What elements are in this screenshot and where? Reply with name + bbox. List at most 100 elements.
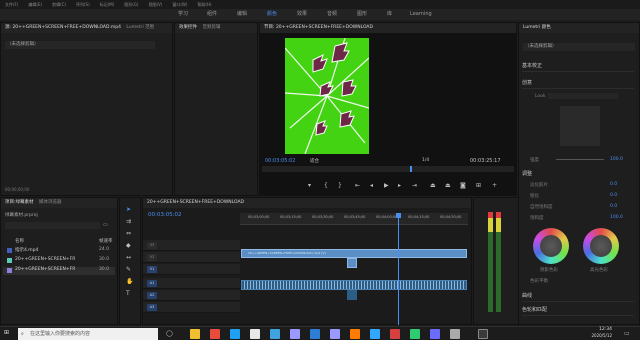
section-curves[interactable]: 曲线 (522, 290, 634, 302)
column-frame-rate[interactable]: 帧速率 (99, 238, 113, 244)
project-search-input[interactable] (5, 222, 100, 229)
app-icon[interactable] (450, 329, 460, 339)
video-clip[interactable]: 20++GREEN+SCREEN+FREE+DOWNLOAD.mp4 [V] (241, 249, 467, 258)
look-dropdown[interactable] (548, 93, 618, 99)
vibrance-value[interactable]: 0.0 (610, 204, 617, 209)
pen-tool-icon[interactable]: ✎ (126, 266, 131, 273)
lumetri-clip-selector[interactable]: （未选择剪辑） (523, 43, 635, 51)
section-color-wheels[interactable]: 色轮和匹配 (522, 304, 634, 316)
step-forward-icon[interactable]: ▸ (398, 182, 401, 189)
saturation-value[interactable]: 100.0 (610, 215, 623, 220)
slip-tool-icon[interactable]: ↔ (126, 254, 131, 261)
menu-help[interactable]: 帮助(H) (197, 2, 211, 7)
export-frame-icon[interactable]: ◙ (460, 182, 466, 189)
ripple-edit-icon[interactable]: ⇔ (126, 230, 131, 237)
section-basic-correction[interactable]: 基本校正 (522, 60, 634, 72)
go-to-out-icon[interactable]: ⇥ (412, 182, 417, 189)
menu-edit[interactable]: 编辑(E) (28, 2, 42, 7)
app-icon[interactable] (430, 329, 440, 339)
tab-program[interactable]: 节目: 20++GREEN+SCREEN+FREE+DOWNLOAD (264, 23, 373, 33)
tab-lumetri-scopes[interactable]: Lumetri 范围 (126, 23, 154, 33)
razor-tool-icon[interactable]: ◆ (126, 242, 131, 249)
tab-project[interactable]: 项目:绿幕素材 (5, 198, 34, 208)
workspace-audio[interactable]: 音频 (327, 9, 337, 20)
browser-icon[interactable] (230, 329, 240, 339)
premiere-icon[interactable] (290, 329, 300, 339)
windows-start-icon[interactable]: ⊞ (4, 329, 9, 336)
list-item[interactable]: 指示4.mp4 24.0 (3, 247, 115, 255)
new-bin-icon[interactable]: ▭ (103, 222, 108, 228)
program-resolution-dropdown[interactable]: 1/4 (422, 158, 429, 163)
workspace-assembly[interactable]: 组件 (207, 9, 217, 20)
play-icon[interactable]: ▶ (384, 182, 389, 189)
section-creative[interactable]: 创意 (522, 77, 634, 89)
workspace-learning[interactable]: Learning (410, 9, 432, 20)
column-name[interactable]: 名称 (15, 238, 24, 244)
app-icon[interactable] (410, 329, 420, 339)
menu-view[interactable]: 视图(V) (148, 2, 162, 7)
highlight-tint-wheel[interactable] (583, 228, 619, 264)
tab-media-browser[interactable]: 媒体浏览器 (39, 198, 62, 208)
list-item[interactable]: 20++GREEN+SCREEN+FR 30.0 (3, 267, 115, 275)
app-icon[interactable] (210, 329, 220, 339)
tab-sequence[interactable]: 20++GREEN+SCREEN+FREE+DOWNLOAD (147, 198, 244, 208)
premiere-icon[interactable] (330, 329, 340, 339)
mark-out-icon[interactable]: } (338, 182, 342, 189)
program-fit-dropdown[interactable]: 适合 (310, 158, 319, 164)
app-icon[interactable] (390, 329, 400, 339)
workspace-color[interactable]: 颜色 (267, 9, 277, 20)
tab-audio-clip-mixer[interactable]: 音频剪辑 (202, 23, 220, 33)
intensity-value[interactable]: 100.0 (610, 157, 623, 162)
playhead-handle[interactable] (396, 213, 401, 218)
active-window-icon[interactable] (478, 329, 488, 339)
track-label[interactable]: A2 (147, 292, 157, 299)
menu-file[interactable]: 文件(F) (5, 2, 18, 7)
track-label[interactable]: A3 (147, 304, 157, 311)
look-preview[interactable] (560, 106, 600, 146)
button-editor-icon[interactable]: ⊞ (476, 182, 481, 189)
video-clip[interactable] (347, 258, 357, 268)
track-label[interactable]: V1 (147, 266, 157, 273)
shadow-tint-wheel[interactable] (533, 228, 569, 264)
app-icon[interactable] (250, 329, 260, 339)
workspace-graphics[interactable]: 图形 (357, 9, 367, 20)
track-label[interactable]: V3 (147, 242, 157, 249)
illustrator-icon[interactable] (350, 329, 360, 339)
section-adjustments[interactable]: 调整 (522, 168, 634, 180)
audio-clip[interactable] (347, 290, 357, 300)
go-to-in-icon[interactable]: ⇤ (355, 182, 360, 189)
step-back-icon[interactable]: ◂ (370, 182, 373, 189)
menu-window[interactable]: 窗口(W) (172, 2, 187, 7)
list-item[interactable]: 20++GREEN+SCREEN+FR 30.0 (3, 257, 115, 265)
selection-tool-icon[interactable]: ➤ (126, 206, 131, 213)
extract-icon[interactable]: ⏏ (445, 182, 451, 189)
program-current-timecode[interactable]: 00:03:05:02 (265, 158, 296, 164)
mark-in-icon[interactable]: { (324, 182, 328, 189)
menu-marker[interactable]: 标记(M) (100, 2, 115, 7)
workspace-effects[interactable]: 效果 (297, 9, 307, 20)
menu-clip[interactable]: 剪辑(C) (52, 2, 66, 7)
add-marker-icon[interactable]: ▾ (308, 182, 311, 189)
workspace-libraries[interactable]: 库 (387, 9, 392, 20)
app-icon[interactable] (270, 329, 280, 339)
file-explorer-icon[interactable] (190, 329, 200, 339)
lift-icon[interactable]: ⏏ (430, 182, 436, 189)
menu-sequence[interactable]: 序列(S) (76, 2, 90, 7)
tab-effect-controls[interactable]: 效果控件 (179, 23, 197, 33)
program-playhead[interactable] (410, 166, 412, 172)
menu-graphics[interactable]: 图形(G) (124, 2, 138, 7)
track-select-icon[interactable]: ⇉ (126, 218, 131, 225)
tab-lumetri-color[interactable]: Lumetri 颜色 (523, 23, 551, 33)
timeline-playhead[interactable] (398, 213, 399, 325)
add-button-icon[interactable]: + (492, 182, 497, 189)
track-label[interactable]: A1 (147, 280, 157, 287)
faded-film-value[interactable]: 0.0 (610, 182, 617, 187)
sharpen-value[interactable]: 0.0 (610, 193, 617, 198)
timeline-timecode[interactable]: 00:03:05:02 (148, 212, 182, 218)
task-view-icon[interactable]: ◯ (166, 330, 173, 337)
photoshop-icon[interactable] (370, 329, 380, 339)
workspace-learn[interactable]: 学习 (178, 9, 188, 20)
track-label[interactable]: V2 (147, 254, 157, 261)
app-icon[interactable] (310, 329, 320, 339)
tab-source[interactable]: 源: 20++GREEN+SCREEN+FREE+DOWNLOAD.mp4 (5, 23, 121, 33)
